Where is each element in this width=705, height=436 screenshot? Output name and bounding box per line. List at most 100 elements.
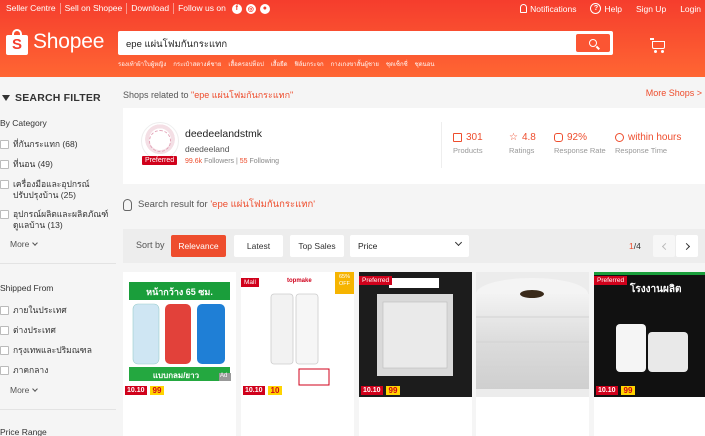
checkbox[interactable] — [0, 210, 9, 219]
chevron-right-icon — [682, 242, 690, 250]
promo-tags: 10.10 99 — [123, 384, 236, 397]
filter-icon — [2, 95, 10, 101]
product-card[interactable]: Mall topmake 65% OFF 10.10 10 — [241, 272, 354, 436]
suggestion-link[interactable]: กางเกงขาสั้นผู้ชาย — [331, 59, 379, 69]
chat-icon — [554, 133, 563, 142]
suggestion-link[interactable]: ชุดนอน — [415, 59, 435, 69]
preferred-badge: Preferred — [142, 156, 178, 165]
help-icon: ? — [590, 3, 602, 14]
category-option[interactable]: ที่กันกระแทก (68) — [0, 139, 115, 150]
notifications-link[interactable]: Notifications — [520, 4, 576, 14]
header: Seller Centre Sell on Shopee Download Fo… — [0, 0, 705, 77]
stat-response-rate: 92% Response Rate — [554, 132, 606, 155]
line-icon[interactable]: ● — [259, 3, 270, 14]
sort-by-label: Sort by — [136, 240, 165, 250]
location-option[interactable]: ภาคกลาง — [0, 365, 115, 376]
category-option[interactable]: เครื่องมือและอุปกรณ์ปรับปรุงบ้าน (25) — [0, 179, 115, 201]
download-link[interactable]: Download — [127, 3, 175, 14]
promo-tags: 10.10 99 — [359, 384, 472, 397]
stat-ratings: ☆ 4.8 Ratings — [509, 131, 536, 155]
product-card[interactable]: หน้ากว้าง 65 ซม. แบบกลม/ยาว Ad 10.10 99 — [123, 272, 236, 436]
checkbox[interactable] — [0, 366, 9, 375]
location-more-button[interactable]: More — [10, 385, 39, 395]
page-indicator: 1/4 — [629, 241, 641, 251]
product-image[interactable]: Preferred โรงงานผลิต 10.10 99 — [594, 272, 705, 397]
shop-name[interactable]: deedeelandstmk — [185, 128, 262, 140]
category-option[interactable]: อุปกรณ์ผลิตและผลิตภัณฑ์ดูแลบ้าน (13) — [0, 209, 115, 231]
checkbox[interactable] — [0, 306, 9, 315]
lightbulb-icon — [123, 198, 132, 211]
follow-us-label: Follow us on — [178, 3, 226, 13]
suggestion-link[interactable]: เสื้อครอปท็อป — [228, 59, 263, 69]
shipped-from-title: Shipped From — [0, 283, 54, 293]
next-page-button[interactable] — [676, 235, 698, 257]
divider — [0, 409, 116, 410]
more-shops-link[interactable]: More Shops > — [646, 88, 702, 98]
shopee-logo[interactable]: S Shopee — [6, 29, 104, 55]
product-card[interactable] — [476, 272, 589, 436]
category-more-button[interactable]: More — [10, 239, 39, 249]
signup-link[interactable]: Sign Up — [636, 4, 666, 14]
suggestion-link[interactable]: ชุดเซ็กซี่ — [386, 59, 408, 69]
search-button[interactable] — [576, 34, 610, 52]
sort-top-sales-button[interactable]: Top Sales — [290, 235, 344, 257]
shops-related-heading: Shops related to "epe แผ่นโฟมกันกระแทก" — [123, 90, 294, 100]
divider — [441, 122, 442, 168]
mall-badge: Mall — [241, 278, 259, 287]
checkbox[interactable] — [0, 180, 9, 189]
checkbox[interactable] — [0, 140, 9, 149]
stat-products: 301 Products — [453, 132, 483, 155]
product-image[interactable]: Preferred 10.10 99 — [359, 272, 472, 397]
help-link[interactable]: ? Help — [590, 3, 622, 14]
product-image[interactable] — [476, 272, 589, 397]
price-sort-select[interactable]: Price — [350, 235, 469, 257]
login-link[interactable]: Login — [680, 4, 701, 14]
suggestion-link[interactable]: รองเท้าผ้าใบผู้หญิง — [118, 59, 166, 69]
search-filter-sidebar: SEARCH FILTER By Category ที่กันกระแทก (… — [0, 77, 118, 436]
suggestion-link[interactable]: ฟิล์มกระจก — [295, 59, 324, 69]
discount-badge: 65% OFF — [338, 274, 350, 287]
products-icon — [453, 133, 462, 142]
facebook-icon[interactable]: f — [231, 3, 242, 14]
search-result-heading: Search result for 'epe แผ่นโฟมกันกระแทก' — [123, 197, 315, 212]
brand-label: topmake — [287, 278, 312, 284]
bell-icon — [520, 4, 528, 13]
product-card[interactable]: Preferred 10.10 99 — [359, 272, 472, 436]
chevron-left-icon — [661, 242, 669, 250]
chevron-down-icon — [32, 385, 39, 392]
checkbox[interactable] — [0, 160, 9, 169]
instagram-icon[interactable]: ◎ — [245, 3, 256, 14]
seller-centre-link[interactable]: Seller Centre — [2, 3, 61, 14]
category-option[interactable]: ที่นอน (49) — [0, 159, 115, 170]
ad-label: Ad — [220, 373, 228, 379]
product-card[interactable]: Preferred โรงงานผลิต 10.10 99 — [594, 272, 705, 436]
sort-relevance-button[interactable]: Relevance — [171, 235, 226, 257]
preferred-badge: Preferred — [359, 276, 393, 285]
prev-page-button[interactable] — [653, 235, 675, 257]
chevron-down-icon — [32, 239, 39, 246]
cart-icon[interactable] — [650, 38, 667, 53]
suggestion-link[interactable]: กระเป๋าสตางค์ชาย — [173, 59, 221, 69]
promo-tags: 10.10 99 — [594, 384, 705, 397]
product-image[interactable]: หน้ากว้าง 65 ซม. แบบกลม/ยาว Ad 10.10 99 — [123, 272, 236, 397]
price-range-title: Price Range — [0, 427, 47, 436]
star-icon: ☆ — [509, 131, 518, 143]
location-option[interactable]: กรุงเทพและปริมณฑล — [0, 345, 115, 356]
search-suggestions: รองเท้าผ้าใบผู้หญิง กระเป๋าสตางค์ชาย เสื… — [118, 59, 434, 69]
sort-latest-button[interactable]: Latest — [234, 235, 283, 257]
clock-icon — [615, 133, 624, 142]
product-image[interactable]: Mall topmake 65% OFF 10.10 10 — [241, 272, 354, 397]
location-option[interactable]: ภายในประเทศ — [0, 305, 115, 316]
search-icon — [589, 39, 597, 47]
checkbox[interactable] — [0, 326, 9, 335]
related-shop-card[interactable]: Preferred deedeelandstmk deedeeland 99.6… — [123, 108, 705, 184]
checkbox[interactable] — [0, 346, 9, 355]
search-input[interactable]: epe แผ่นโฟมกันกระแทก — [126, 37, 227, 52]
suggestion-link[interactable]: เสื้อยืด — [271, 59, 288, 69]
location-option[interactable]: ต่างประเทศ — [0, 325, 115, 336]
shop-avatar[interactable] — [141, 122, 179, 160]
shopee-bag-icon: S — [6, 29, 28, 55]
search-bar[interactable]: epe แผ่นโฟมกันกระแทก — [118, 31, 613, 55]
preferred-badge: Preferred — [594, 276, 628, 285]
sell-on-shopee-link[interactable]: Sell on Shopee — [61, 3, 128, 14]
